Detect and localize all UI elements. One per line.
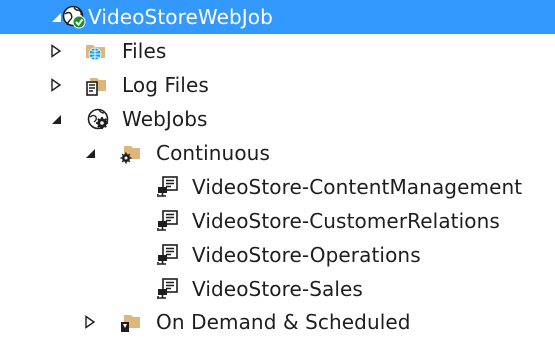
tree-node-log-files[interactable]: Log Files bbox=[0, 68, 555, 102]
tree-node-label: On Demand & Scheduled bbox=[156, 310, 411, 334]
tree-node-label: VideoStore-Operations bbox=[192, 243, 421, 267]
webjobs-gear-icon bbox=[86, 107, 110, 131]
collapse-arrow-icon[interactable] bbox=[82, 145, 98, 161]
webjob-icon bbox=[156, 175, 180, 199]
globe-folder-icon bbox=[84, 39, 108, 63]
tree-node-label: VideoStore-ContentManagement bbox=[192, 175, 523, 199]
website-globe-check-icon bbox=[62, 5, 86, 29]
tree-node-webjob[interactable]: VideoStore-ContentManagement bbox=[0, 170, 555, 204]
tree-node-label: Log Files bbox=[122, 73, 209, 97]
tree-node-webjob[interactable]: VideoStore-Sales bbox=[0, 272, 555, 306]
server-explorer-tree: VideoStoreWebJob Files Log Files WebJobs… bbox=[0, 0, 555, 335]
webjob-icon bbox=[156, 277, 180, 301]
tree-node-files[interactable]: Files bbox=[0, 34, 555, 68]
scheduled-folder-icon bbox=[118, 310, 142, 334]
tree-node-on-demand-scheduled[interactable]: On Demand & Scheduled bbox=[0, 305, 555, 339]
tree-node-label: WebJobs bbox=[122, 107, 208, 131]
tree-node-webjob[interactable]: VideoStore-CustomerRelations bbox=[0, 204, 555, 238]
tree-node-videostorewebjob[interactable]: VideoStoreWebJob bbox=[0, 0, 555, 34]
expand-arrow-icon[interactable] bbox=[48, 43, 64, 59]
tree-node-label: VideoStore-Sales bbox=[192, 277, 363, 301]
expand-arrow-icon[interactable] bbox=[82, 314, 98, 330]
tree-node-label: VideoStore-CustomerRelations bbox=[192, 209, 500, 233]
tree-node-webjobs[interactable]: WebJobs bbox=[0, 102, 555, 136]
tree-node-continuous[interactable]: Continuous bbox=[0, 136, 555, 170]
tree-node-label: Files bbox=[122, 39, 167, 63]
tree-node-label: VideoStoreWebJob bbox=[88, 5, 273, 29]
log-files-folder-icon bbox=[84, 73, 108, 97]
webjob-icon bbox=[156, 243, 180, 267]
expand-arrow-icon[interactable] bbox=[48, 77, 64, 93]
continuous-folder-icon bbox=[118, 141, 142, 165]
collapse-arrow-icon[interactable] bbox=[48, 111, 64, 127]
tree-node-webjob[interactable]: VideoStore-Operations bbox=[0, 238, 555, 272]
webjob-icon bbox=[156, 209, 180, 233]
tree-node-label: Continuous bbox=[156, 141, 270, 165]
